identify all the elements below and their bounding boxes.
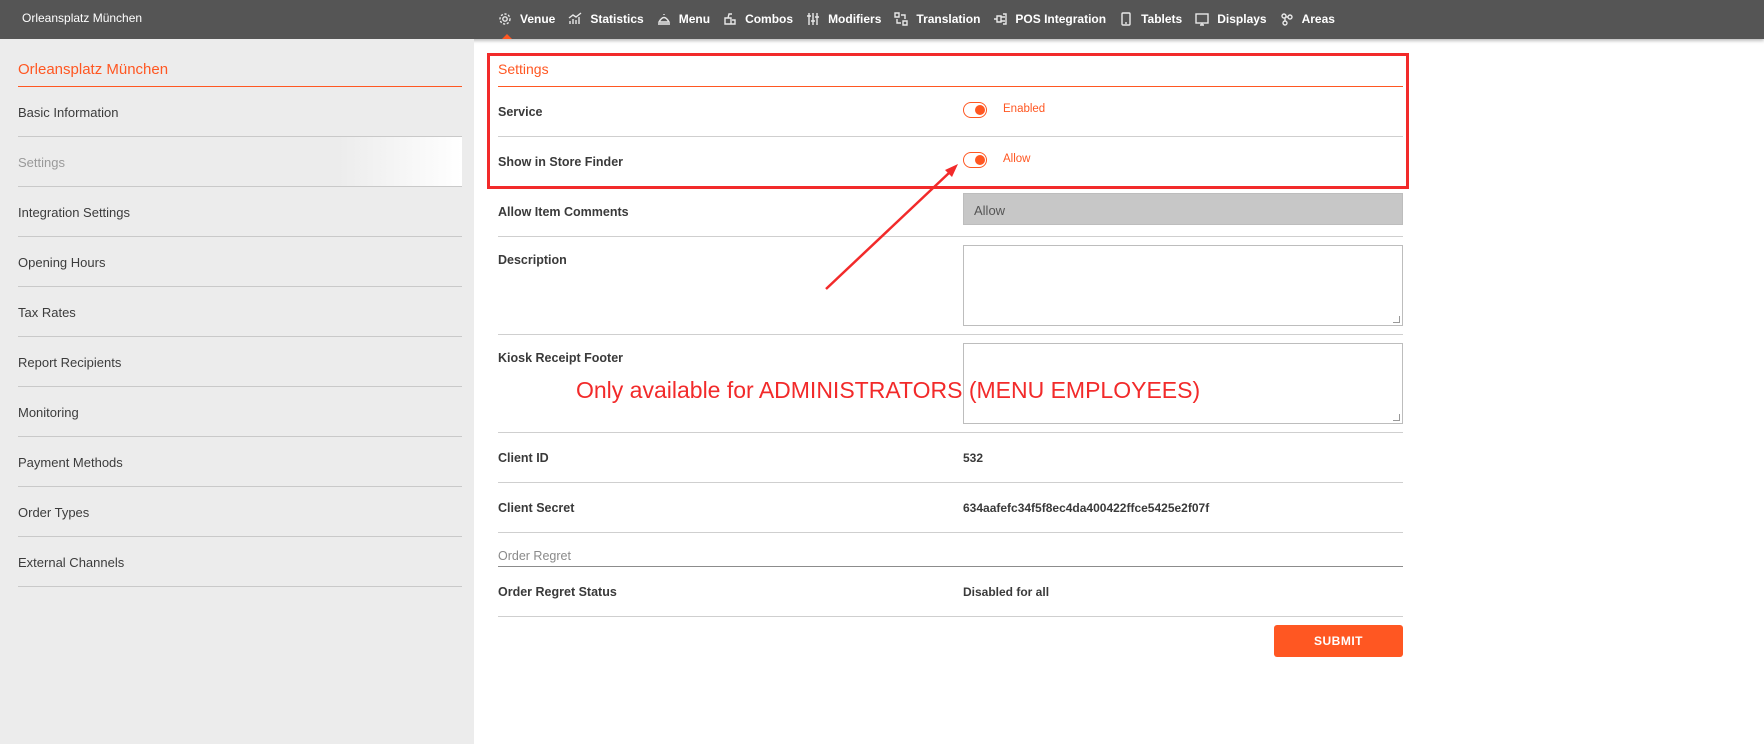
nav-menu[interactable]: Menu <box>657 0 723 39</box>
client-id-label: Client ID <box>498 451 549 465</box>
sidebar-item-report-recipients[interactable]: Report Recipients <box>18 337 462 387</box>
translate-icon <box>894 11 909 26</box>
nav-venue[interactable]: Venue <box>498 0 568 39</box>
client-secret-row: Client Secret 634aafefc34f5f8ec4da400422… <box>498 483 1403 533</box>
client-id-row: Client ID 532 <box>498 433 1403 483</box>
sidebar-item-external-channels[interactable]: External Channels <box>18 537 462 587</box>
nav-label: Combos <box>745 11 794 26</box>
nav-label: Statistics <box>590 11 644 26</box>
main-nav: Venue Statistics Menu Combos Modifiers T… <box>498 0 1348 39</box>
description-row: Description <box>498 237 1403 335</box>
sidebar-item-integration-settings[interactable]: Integration Settings <box>18 187 462 237</box>
nav-areas[interactable]: Areas <box>1280 0 1348 39</box>
nav-displays[interactable]: Displays <box>1195 0 1279 39</box>
venue-brand[interactable]: Orleansplatz München <box>22 11 142 25</box>
annotation-text: Only available for ADMINISTRATORS (MENU … <box>576 377 1201 403</box>
sidebar-item-order-types[interactable]: Order Types <box>18 487 462 537</box>
nav-modifiers[interactable]: Modifiers <box>806 0 894 39</box>
order-regret-status-row: Order Regret Status Disabled for all <box>498 567 1403 617</box>
display-icon <box>1195 12 1209 26</box>
top-bar: Orleansplatz München Venue Statistics Me… <box>0 0 1764 39</box>
nav-label: Modifiers <box>828 11 882 26</box>
nav-combos[interactable]: Combos <box>723 0 806 39</box>
sidebar-item-tax-rates[interactable]: Tax Rates <box>18 287 462 337</box>
nav-tablets[interactable]: Tablets <box>1119 0 1195 39</box>
annotation-highlight-box <box>487 53 1409 189</box>
nav-label: Areas <box>1301 11 1335 26</box>
client-secret-label: Client Secret <box>498 501 575 515</box>
nav-pos-integration[interactable]: POS Integration <box>993 0 1119 39</box>
sidebar: Orleansplatz München Basic Information S… <box>0 39 474 744</box>
nav-statistics[interactable]: Statistics <box>568 0 656 39</box>
cloche-icon <box>657 13 670 25</box>
submit-button[interactable]: SUBMIT <box>1274 625 1403 657</box>
sidebar-item-monitoring[interactable]: Monitoring <box>18 387 462 437</box>
item-comments-row: Allow Item Comments Allow <box>498 187 1403 237</box>
description-label: Description <box>498 253 567 267</box>
order-regret-status-label: Order Regret Status <box>498 585 617 599</box>
plug-icon <box>994 12 1008 25</box>
submit-row: SUBMIT <box>498 617 1403 677</box>
description-textarea[interactable] <box>963 245 1403 326</box>
areas-icon <box>1280 12 1293 26</box>
gear-icon <box>499 12 511 25</box>
nav-translation[interactable]: Translation <box>894 0 993 39</box>
order-regret-heading-text: Order Regret <box>498 549 571 563</box>
sidebar-item-payment-methods[interactable]: Payment Methods <box>18 437 462 487</box>
item-comments-label: Allow Item Comments <box>498 205 629 219</box>
sidebar-item-opening-hours[interactable]: Opening Hours <box>18 237 462 287</box>
client-secret-value: 634aafefc34f5f8ec4da400422ffce5425e2f07f <box>963 501 1210 515</box>
sidebar-item-basic-information[interactable]: Basic Information <box>18 87 462 137</box>
chart-icon <box>568 11 582 24</box>
sidebar-menu: Basic Information Settings Integration S… <box>18 87 462 587</box>
nav-label: Displays <box>1217 11 1267 26</box>
nav-label: Tablets <box>1141 11 1183 26</box>
nav-label: POS Integration <box>1015 11 1107 26</box>
sidebar-item-settings[interactable]: Settings <box>18 137 462 187</box>
order-regret-heading: Order Regret <box>498 533 1403 567</box>
tablet-icon <box>1121 11 1131 26</box>
sidebar-title: Orleansplatz München <box>18 61 462 87</box>
kiosk-footer-label: Kiosk Receipt Footer <box>498 351 624 365</box>
order-regret-status-value: Disabled for all <box>963 585 1050 599</box>
nav-label: Translation <box>916 11 981 26</box>
client-id-value: 532 <box>963 451 984 465</box>
item-comments-select[interactable]: Allow <box>963 193 1403 225</box>
nav-label: Menu <box>678 11 711 26</box>
combo-icon <box>724 12 736 25</box>
nav-label: Venue <box>520 11 556 26</box>
sliders-icon <box>807 12 820 25</box>
